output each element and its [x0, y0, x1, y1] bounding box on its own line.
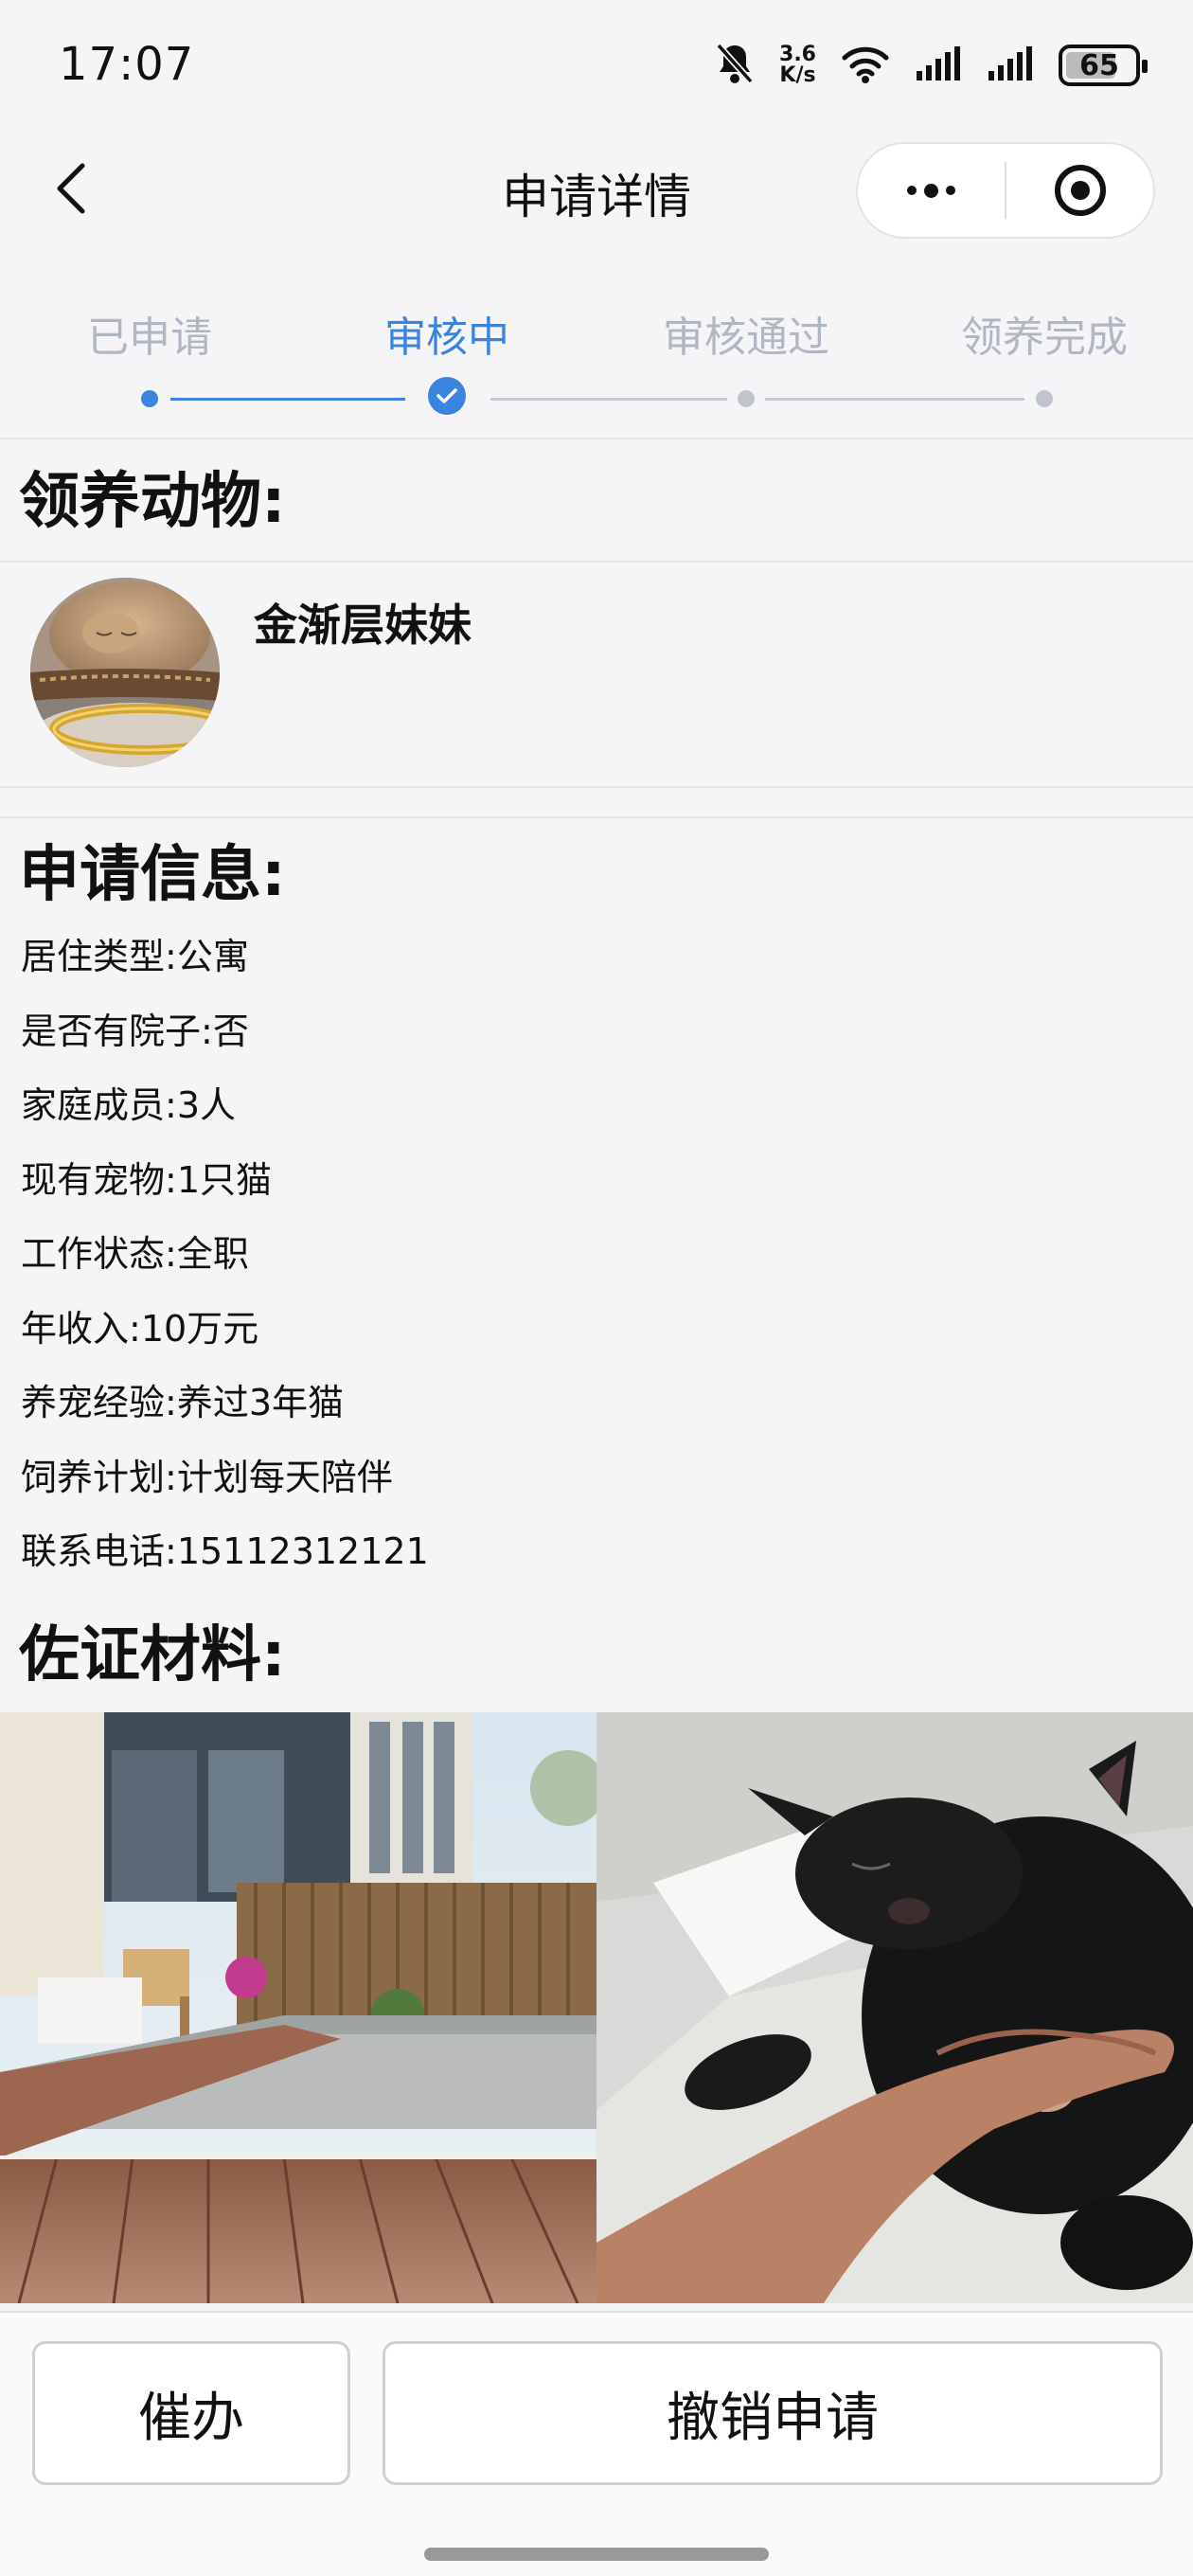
- status-icons: 3.6 K/s 65: [715, 42, 1148, 89]
- signal-icon: [915, 45, 962, 86]
- nav-bar: 申请详情: [0, 133, 1193, 246]
- info-row-experience: 养宠经验: 养过3年猫: [21, 1379, 429, 1454]
- info-value: 15112312121: [176, 1530, 429, 1572]
- step-dot: [1036, 390, 1053, 407]
- step-dot: [738, 390, 755, 407]
- wifi-icon: [841, 43, 890, 88]
- battery-level: 65: [1079, 48, 1119, 82]
- step-connector: [765, 398, 1024, 401]
- pet-card[interactable]: 金渐层妹妹: [0, 563, 1193, 786]
- step-label-active: 审核中: [384, 313, 509, 362]
- step-label: 审核通过: [663, 313, 829, 362]
- info-value: 10万元: [140, 1307, 259, 1350]
- mini-program-capsule: [856, 142, 1155, 239]
- signal-icon: [987, 45, 1034, 86]
- info-row-residence: 居住类型: 公寓: [21, 933, 429, 1008]
- step-label: 领养完成: [961, 313, 1128, 362]
- info-label: 联系电话:: [21, 1530, 177, 1572]
- home-indicator[interactable]: [424, 2548, 769, 2561]
- pet-name: 金渐层妹妹: [254, 599, 472, 651]
- app-screen: 17:07 3.6 K/s 65 申请详情 已申请 审核中 审核通过 领养完成 …: [0, 0, 1193, 2576]
- close-miniprogram-button[interactable]: [1006, 144, 1153, 237]
- materials-photos: [0, 1712, 1193, 2303]
- info-row-work: 工作状态: 全职: [21, 1230, 429, 1305]
- step-label: 已申请: [87, 313, 212, 362]
- status-bar: 17:07 3.6 K/s 65: [0, 0, 1193, 133]
- target-circle-icon: [1054, 165, 1106, 216]
- cat-photo[interactable]: [596, 1712, 1193, 2303]
- info-value: 1只猫: [176, 1158, 272, 1201]
- urge-button[interactable]: 催办: [32, 2341, 350, 2485]
- divider: [0, 816, 1193, 818]
- check-icon: [428, 377, 466, 415]
- bell-muted-icon: [715, 42, 755, 89]
- info-label: 家庭成员:: [21, 1084, 177, 1126]
- divider: [0, 786, 1193, 788]
- pet-section-title: 领养动物:: [19, 467, 286, 537]
- more-button[interactable]: [858, 144, 1005, 237]
- info-value: 否: [212, 1010, 249, 1052]
- yard-photo[interactable]: [0, 1712, 596, 2303]
- step-dot: [141, 390, 158, 407]
- info-row-income: 年收入: 10万元: [21, 1305, 429, 1380]
- info-label: 饲养计划:: [21, 1456, 177, 1498]
- step-connector: [170, 398, 405, 401]
- info-row-yard: 是否有院子: 否: [21, 1008, 429, 1082]
- info-row-family: 家庭成员: 3人: [21, 1082, 429, 1156]
- battery-icon: 65: [1059, 45, 1148, 86]
- info-value: 3人: [176, 1084, 236, 1126]
- status-time: 17:07: [59, 38, 195, 91]
- net-speed: 3.6 K/s: [779, 45, 816, 86]
- info-value: 养过3年猫: [176, 1382, 344, 1423]
- info-value: 全职: [176, 1233, 249, 1275]
- progress-steps: 已申请 审核中 审核通过 领养完成: [0, 284, 1193, 436]
- info-label: 是否有院子:: [21, 1010, 213, 1052]
- application-info-list: 居住类型: 公寓 是否有院子: 否 家庭成员: 3人 现有宠物: 1只猫 工作状态: 全职…: [21, 933, 429, 1602]
- divider: [0, 438, 1193, 439]
- info-row-phone: 联系电话: 15112312121: [21, 1528, 429, 1602]
- info-value: 公寓: [176, 936, 249, 977]
- materials-section-title: 佐证材料:: [19, 1620, 286, 1690]
- more-dots-icon: [907, 183, 955, 198]
- info-value: 计划每天陪伴: [176, 1456, 393, 1498]
- info-label: 居住类型:: [21, 936, 177, 977]
- pet-avatar: [30, 578, 220, 767]
- info-row-plan: 饲养计划: 计划每天陪伴: [21, 1454, 429, 1529]
- net-speed-unit: K/s: [779, 63, 816, 87]
- application-section-title: 申请信息:: [19, 840, 286, 910]
- info-label: 养宠经验:: [21, 1382, 177, 1423]
- info-label: 年收入:: [21, 1307, 141, 1350]
- info-row-pets: 现有宠物: 1只猫: [21, 1156, 429, 1231]
- bottom-action-bar: 催办 撤销申请: [0, 2311, 1193, 2576]
- info-label: 现有宠物:: [21, 1158, 177, 1201]
- info-label: 工作状态:: [21, 1233, 177, 1275]
- revoke-application-button[interactable]: 撤销申请: [383, 2341, 1163, 2485]
- step-connector: [490, 398, 727, 401]
- net-speed-value: 3.6: [779, 43, 816, 66]
